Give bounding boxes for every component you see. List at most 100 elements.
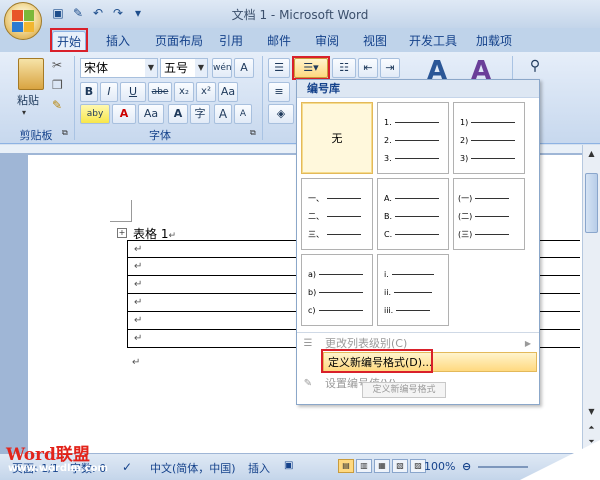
scrollbar-thumb[interactable] [585,173,598,233]
tab-home[interactable]: 开始 [52,31,86,52]
font-size-combo[interactable]: 五号 ▼ [160,58,208,78]
vertical-scrollbar[interactable]: ▲ ▼ ⏶ ⏷ [582,145,600,453]
page-curl-corner [520,440,600,480]
table-left-column[interactable]: ↵ ↵ ↵ ↵ ↵ ↵ [127,240,297,348]
table-move-handle-icon[interactable]: + [117,228,127,238]
zoom-out-icon[interactable]: ⊖ [462,460,471,473]
clipboard-launcher-icon[interactable]: ⧉ [62,128,68,138]
italic-button[interactable]: I [100,82,118,102]
table-row[interactable]: ↵ [127,312,297,330]
full-screen-reading-icon[interactable]: ▥ [356,459,372,473]
table-row[interactable]: ↵ [127,276,297,294]
macro-record-icon[interactable]: ▣ [284,460,293,471]
change-list-level-item[interactable]: ☰ 更改列表级别(C) ▶ [297,334,539,354]
numbering-tile-arabic-dot[interactable]: 1. 2. 3. [377,102,449,174]
copy-icon[interactable]: ❐ [52,78,63,92]
table-row[interactable]: ↵ [127,258,297,276]
decrease-indent-button[interactable]: ⇤ [358,58,378,78]
ribbon-tabs: 开始 插入 页面布局 引用 邮件 审阅 视图 开发工具 加载项 [0,28,600,52]
paste-dropdown-icon[interactable]: ▾ [22,108,26,117]
tile-marker: (一) [458,193,473,203]
font-group-label: 字体 [149,129,171,142]
table-row[interactable]: ↵ [127,294,297,312]
multilevel-icon: ☷ [339,61,349,74]
table-row[interactable]: ↵ [127,240,297,258]
table-row[interactable]: ↵ [127,330,297,348]
tile-marker: a) [308,269,317,279]
outline-view-icon[interactable]: ▧ [392,459,408,473]
tile-marker: (二) [458,211,473,221]
numbering-tile-lower-alpha[interactable]: a) b) c) [301,254,373,326]
numbering-tile-chinese-paren[interactable]: (一) (二) (三) [453,178,525,250]
font-color-button[interactable]: A [112,104,136,124]
tab-references[interactable]: 引用 [214,31,248,52]
tile-marker: 一、 [308,193,324,203]
numbering-tile-upper-alpha[interactable]: A. B. C. [377,178,449,250]
font-launcher-icon[interactable]: ⧉ [250,128,256,138]
paste-label[interactable]: 粘贴 [17,92,39,108]
list-level-icon: ☰ [303,338,313,349]
tab-mailings[interactable]: 邮件 [262,31,296,52]
proofing-icon[interactable]: ✓ [122,460,132,474]
align-left-button[interactable]: ≡ [268,82,290,102]
format-painter-icon[interactable]: ✎ [52,98,62,112]
chevron-down-icon[interactable]: ▼ [195,59,207,77]
multilevel-list-button[interactable]: ☷ [332,58,356,78]
bold-button[interactable]: B [80,82,98,102]
shrink-font-button[interactable]: A [234,104,252,124]
underline-button[interactable]: U [120,82,146,102]
insert-mode-indicator[interactable]: 插入 [248,460,270,476]
numbering-library-dropdown: 编号库 无 1. 2. 3. 1) 2) 3) 一、 二、 三、 A. B. C… [296,79,540,405]
chevron-down-icon[interactable]: ▼ [145,59,157,77]
superscript-button[interactable]: x² [196,82,216,102]
language-indicator[interactable]: 中文(简体，中国) [150,460,236,476]
paste-icon[interactable] [18,58,44,90]
shading-button[interactable]: ◈ [268,104,294,124]
enclose-char-button[interactable]: 字 [190,104,210,124]
numbering-tile-none[interactable]: 无 [301,102,373,174]
watermark-url: www.wordlm.com [8,463,108,474]
grow-font-button[interactable]: A [214,104,232,124]
tab-developer[interactable]: 开发工具 [406,31,460,52]
office-button[interactable] [4,2,42,40]
decrease-indent-icon: ⇤ [363,61,373,74]
tab-addins[interactable]: 加载项 [474,31,514,52]
change-case-dropdown-button[interactable]: Aa [138,104,164,124]
font-size-value: 五号 [164,61,189,75]
subscript-button[interactable]: x₂ [174,82,194,102]
print-layout-view-icon[interactable]: ▤ [338,459,354,473]
tab-insert[interactable]: 插入 [100,31,136,52]
font-name-value: 宋体 [84,61,109,75]
cut-icon[interactable]: ✂ [52,58,62,72]
zoom-level[interactable]: 100% [424,460,455,473]
title-bar: ▣ ✎ ↶ ↷ ▾ 文档 1 - Microsoft Word [0,0,600,28]
change-case-button[interactable]: Aa [218,82,238,102]
tab-view[interactable]: 视图 [358,31,392,52]
scroll-down-icon[interactable]: ▼ [585,405,598,419]
increase-indent-icon: ⇥ [385,61,395,74]
numbering-button[interactable]: ☰▾ [294,58,328,78]
char-border-button[interactable]: A [168,104,188,124]
font-name-combo[interactable]: 宋体 ▼ [80,58,158,78]
define-new-number-format-item[interactable]: 定义新编号格式(D)... [323,352,537,372]
clear-format-button[interactable]: A [234,58,254,78]
tile-marker: 2) [460,135,469,145]
tab-page-layout[interactable]: 页面布局 [150,31,208,52]
bullets-button[interactable]: ☰ [268,58,290,78]
highlight-button[interactable]: aby [80,104,110,124]
numbering-tile-chinese[interactable]: 一、 二、 三、 [301,178,373,250]
increase-indent-button[interactable]: ⇥ [380,58,400,78]
scroll-up-icon[interactable]: ▲ [585,147,598,161]
tile-marker: (三) [458,229,473,239]
tile-marker: 1) [460,117,469,127]
numbering-tile-arabic-paren[interactable]: 1) 2) 3) [453,102,525,174]
web-layout-icon[interactable]: ▦ [374,459,390,473]
numbering-tile-lower-roman[interactable]: i. ii. iii. [377,254,449,326]
tab-review[interactable]: 审阅 [310,31,344,52]
menu-separator [297,332,539,333]
prev-page-icon[interactable]: ⏶ [585,421,598,435]
clipboard-group-label: 剪贴板 [19,129,53,142]
strikethrough-button[interactable]: abe [148,82,172,102]
find-icon[interactable]: ⚲ [524,58,546,80]
phonetic-guide-button[interactable]: wén [212,58,232,78]
